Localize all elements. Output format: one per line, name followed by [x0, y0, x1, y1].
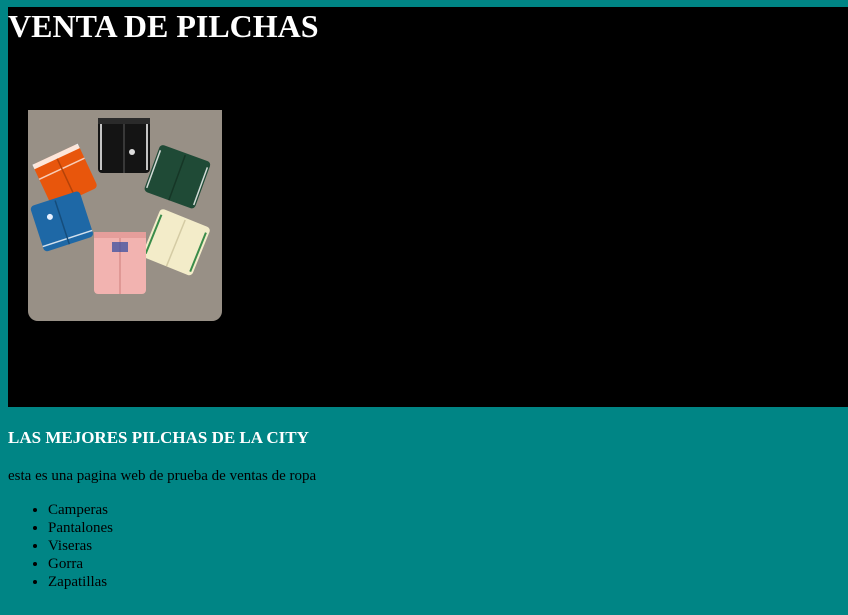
black-jacket: [98, 118, 150, 173]
list-item: Camperas: [48, 501, 113, 519]
product-photo-illustration: [28, 110, 222, 321]
product-photo: [28, 110, 222, 321]
intro-text: esta es una pagina web de prueba de vent…: [8, 468, 317, 484]
list-item: Gorra: [48, 555, 113, 573]
list-item: Viseras: [48, 537, 113, 555]
site-title: VENTA DE PILCHAS: [8, 8, 319, 44]
page: VENTA DE PILCHAS LAS MEJORES PILCHAS DE …: [0, 0, 848, 615]
pink-jacket: [94, 232, 146, 294]
category-list: Camperas Pantalones Viseras Gorra Zapati…: [8, 501, 113, 591]
section-subtitle: LAS MEJORES PILCHAS DE LA CITY: [8, 428, 309, 447]
hero-banner: VENTA DE PILCHAS: [8, 7, 848, 407]
list-item: Pantalones: [48, 519, 113, 537]
list-item: Zapatillas: [48, 573, 113, 591]
